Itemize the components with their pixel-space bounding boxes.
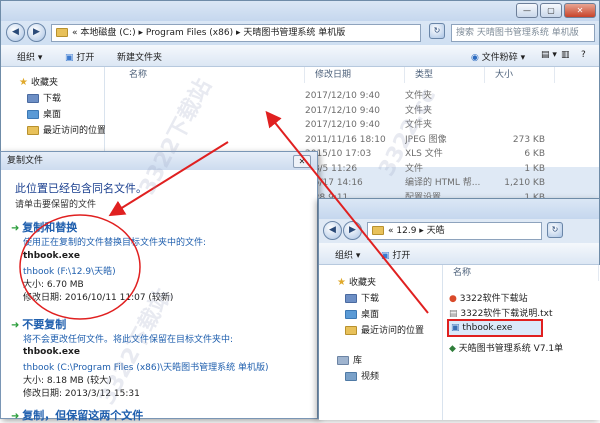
pointer-arrow [265,110,429,314]
annotation-overlay [19,110,429,320]
pointer-arrow [108,141,229,217]
highlight-circle [19,214,141,320]
